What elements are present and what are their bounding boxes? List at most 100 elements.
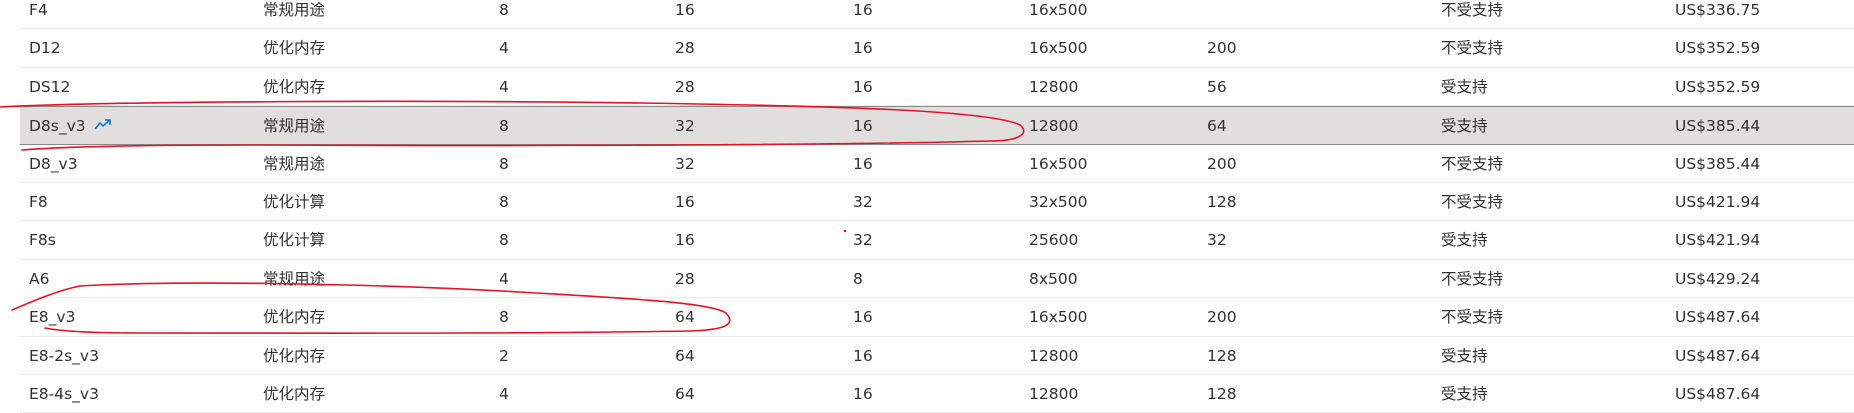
price-text: US$429.24: [1675, 269, 1761, 288]
memory-text: 32: [675, 117, 695, 136]
category-cell: 优化内存: [263, 375, 325, 413]
iops-cell: 25600: [1029, 221, 1078, 259]
table-row[interactable]: A6 常规用途 4 28 8 8x500 不受支持 US$429.24: [20, 260, 1854, 299]
premium-storage-text: 受支持: [1441, 384, 1488, 403]
category-text: 常规用途: [263, 269, 326, 288]
vcpu-text: 8: [499, 117, 509, 136]
vcpu-cell: 4: [499, 29, 509, 67]
data-disks-cell: 8: [853, 260, 863, 298]
vcpu-text: 4: [499, 77, 509, 96]
table-row[interactable]: F8 优化计算 8 16 32 32x500 128 不受支持 US$421.94: [20, 183, 1854, 222]
iops-text: 16x500: [1029, 308, 1088, 327]
vm-name-cell: F4: [29, 0, 48, 29]
iops-cell: 12800: [1029, 68, 1078, 106]
premium-storage-cell: 受支持: [1441, 221, 1488, 259]
category-cell: 优化计算: [263, 221, 325, 259]
price-text: US$421.94: [1675, 192, 1761, 211]
vm-name-text: F4: [29, 1, 48, 19]
data-disks-cell: 16: [853, 0, 873, 29]
trending-up-icon: [94, 106, 112, 144]
temp-storage-text: 32: [1207, 231, 1227, 250]
vm-name-text: D8s_v3: [29, 117, 86, 136]
iops-text: 16x500: [1029, 39, 1088, 58]
data-disks-text: 16: [853, 384, 873, 403]
data-disks-text: 16: [853, 77, 873, 96]
vm-name-cell: D8_v3: [29, 145, 78, 183]
category-text: 常规用途: [263, 1, 326, 19]
vm-name-text: F8: [29, 192, 48, 211]
price-text: US$421.94: [1675, 231, 1761, 250]
memory-text: 64: [675, 346, 695, 365]
vcpu-cell: 4: [499, 68, 509, 106]
data-disks-text: 32: [853, 192, 873, 211]
table-row[interactable]: D12 优化内存 4 28 16 16x500 200 不受支持 US$352.59: [20, 29, 1854, 68]
memory-cell: 64: [675, 337, 695, 375]
premium-storage-text: 受支持: [1441, 117, 1488, 136]
iops-cell: 16x500: [1029, 29, 1087, 67]
temp-storage-cell: 128: [1207, 337, 1237, 375]
table-row[interactable]: D8_v3 常规用途 8 32 16 16x500 200 不受支持 US$385.44: [20, 145, 1854, 183]
price-cell: US$352.59: [1675, 29, 1760, 67]
vcpu-text: 8: [499, 231, 509, 250]
iops-cell: 32x500: [1029, 183, 1087, 221]
vcpu-cell: 8: [499, 145, 509, 183]
iops-text: 12800: [1029, 77, 1079, 96]
price-cell: US$487.64: [1675, 375, 1760, 413]
data-disks-cell: 16: [853, 107, 873, 145]
data-disks-cell: 32: [853, 183, 873, 221]
premium-storage-cell: 不受支持: [1441, 29, 1503, 67]
table-row[interactable]: E8_v3 优化内存 8 64 16 16x500 200 不受支持 US$487.64: [20, 298, 1854, 337]
table-row[interactable]: E8-2s_v3 优化内存 2 64 16 12800 128 受支持 US$487.64: [20, 337, 1854, 375]
vcpu-text: 4: [499, 384, 509, 403]
temp-storage-text: 128: [1207, 384, 1237, 403]
category-cell: 常规用途: [263, 260, 325, 298]
temp-storage-text: 128: [1207, 192, 1237, 211]
price-text: US$336.75: [1675, 1, 1761, 19]
vm-name-text: E8_v3: [29, 308, 76, 327]
price-text: US$487.64: [1675, 346, 1761, 365]
premium-storage-cell: 受支持: [1441, 337, 1488, 375]
category-cell: 优化内存: [263, 298, 325, 336]
data-disks-cell: 16: [853, 145, 873, 183]
temp-storage-text: 64: [1207, 117, 1227, 136]
vm-name-cell: F8s: [29, 221, 56, 259]
premium-storage-text: 不受支持: [1441, 192, 1504, 211]
premium-storage-cell: 不受支持: [1441, 145, 1503, 183]
memory-text: 28: [675, 39, 695, 58]
table-row-selected[interactable]: D8s_v3 常规用途 8 32 16 12800 64 受支持 US$385.44: [20, 106, 1854, 145]
iops-cell: 16x500: [1029, 298, 1087, 336]
category-cell: 优化内存: [263, 29, 325, 67]
vm-size-table: F4 常规用途 8 16 16 16x500 不受支持 US$336.75 D12 优化内存 4 28…: [20, 0, 1854, 413]
table-row[interactable]: DS12 优化内存 4 28 16 12800 56 受支持 US$352.59: [20, 68, 1854, 107]
vm-name-cell: D8s_v3: [29, 107, 112, 145]
category-text: 优化内存: [263, 308, 326, 327]
vm-name-text: DS12: [29, 77, 71, 96]
temp-storage-text: 200: [1207, 308, 1237, 327]
memory-text: 64: [675, 384, 695, 403]
vcpu-text: 2: [499, 346, 509, 365]
price-cell: US$385.44: [1675, 145, 1760, 183]
table-row[interactable]: F8s 优化计算 8 16 32 25600 32 受支持 US$421.94: [20, 221, 1854, 260]
vcpu-text: 8: [499, 192, 509, 211]
vcpu-cell: 4: [499, 375, 509, 413]
premium-storage-cell: 受支持: [1441, 68, 1488, 106]
vcpu-text: 8: [499, 308, 509, 327]
iops-cell: 8x500: [1029, 260, 1078, 298]
memory-text: 16: [675, 1, 695, 19]
memory-cell: 64: [675, 298, 695, 336]
premium-storage-text: 不受支持: [1441, 308, 1504, 327]
temp-storage-cell: 200: [1207, 145, 1237, 183]
table-row[interactable]: F4 常规用途 8 16 16 16x500 不受支持 US$336.75: [20, 0, 1854, 30]
category-cell: 常规用途: [263, 145, 325, 183]
vcpu-text: 4: [499, 39, 509, 58]
iops-text: 16x500: [1029, 1, 1088, 19]
price-cell: US$385.44: [1675, 107, 1760, 145]
price-text: US$352.59: [1675, 39, 1761, 58]
data-disks-text: 8: [853, 269, 863, 288]
premium-storage-cell: 不受支持: [1441, 260, 1503, 298]
vcpu-text: 8: [499, 154, 509, 173]
price-cell: US$421.94: [1675, 183, 1760, 221]
vcpu-cell: 8: [499, 0, 509, 29]
memory-cell: 28: [675, 68, 695, 106]
table-row[interactable]: E8-4s_v3 优化内存 4 64 16 12800 128 受支持 US$487.64: [20, 375, 1854, 413]
